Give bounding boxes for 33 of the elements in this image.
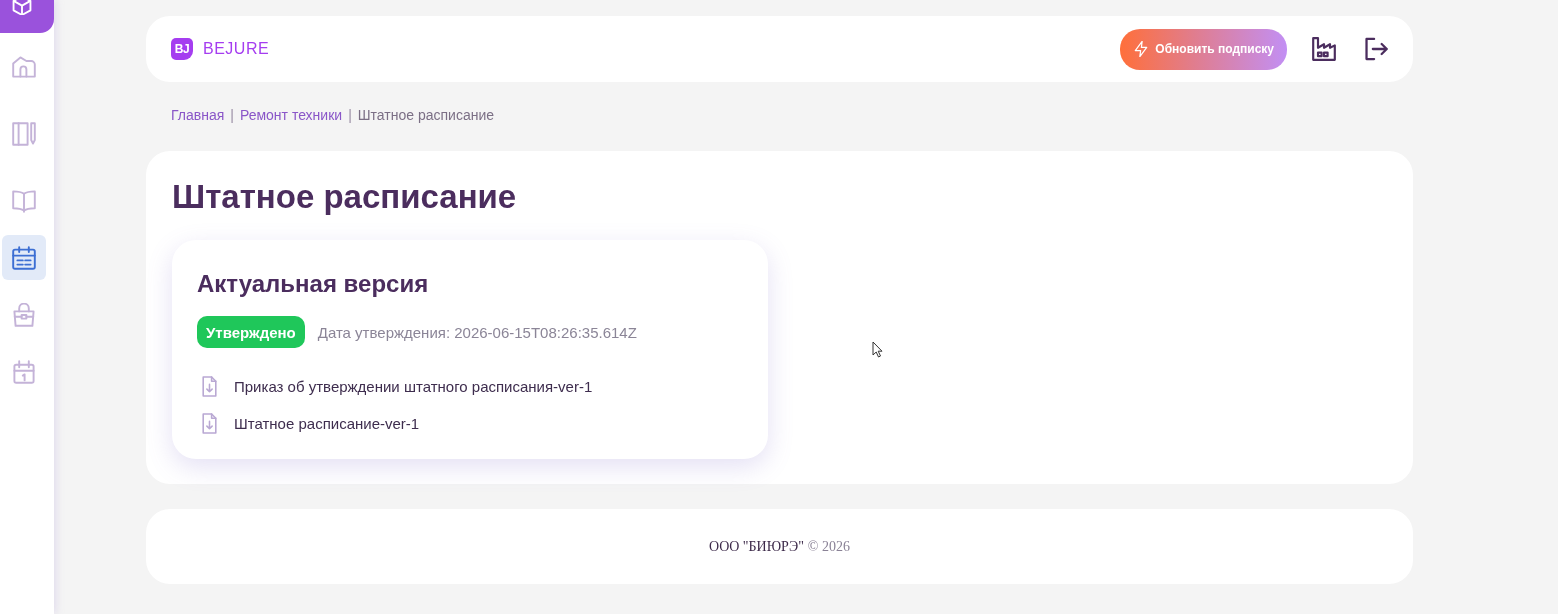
upgrade-button[interactable]: Обновить подписку (1120, 28, 1287, 70)
cube-icon (12, 0, 32, 15)
book-icon (12, 188, 36, 213)
status-badge: Утверждено (197, 316, 305, 348)
logout-button[interactable] (1364, 37, 1388, 61)
breadcrumb-link[interactable]: Главная (171, 105, 225, 125)
breadcrumb-current: Штатное расписание (357, 106, 495, 125)
factory-icon (1312, 37, 1336, 61)
company-name: ООО "БИЮРЭ" (709, 538, 804, 555)
logout-icon (1364, 37, 1388, 61)
page-title: Штатное расписание (172, 177, 518, 217)
logo-mark: BJ (171, 38, 193, 60)
factory-button[interactable] (1312, 37, 1336, 61)
logo-text: BEJURE (203, 40, 270, 58)
house-icon (12, 54, 36, 79)
breadcrumb-separator: | (230, 106, 234, 125)
cursor-icon (872, 341, 884, 358)
approval-date: Дата утверждения: 2026-06-15T08:26:35.614Z (317, 323, 637, 341)
nav-button[interactable] (2, 235, 46, 280)
breadcrumb-separator: | (348, 106, 352, 125)
notebook-pencil-icon (12, 121, 36, 146)
bag-icon (12, 302, 36, 327)
lightning-icon (1134, 41, 1149, 57)
copyright-text: © 2026 (807, 538, 850, 555)
calendar-icon (12, 245, 36, 270)
file-link[interactable]: Штатное расписание-ver-1 (234, 414, 420, 432)
version-title: Актуальная версия (197, 269, 430, 299)
breadcrumb-link[interactable]: Ремонт техники (239, 105, 343, 125)
file-download-icon (201, 412, 218, 434)
file-link[interactable]: Приказ об утверждении штатного расписания-ver-1 (234, 377, 593, 395)
calendar-day-icon (12, 359, 36, 384)
home-button[interactable] (0, 0, 54, 33)
file-download-icon (201, 375, 218, 397)
